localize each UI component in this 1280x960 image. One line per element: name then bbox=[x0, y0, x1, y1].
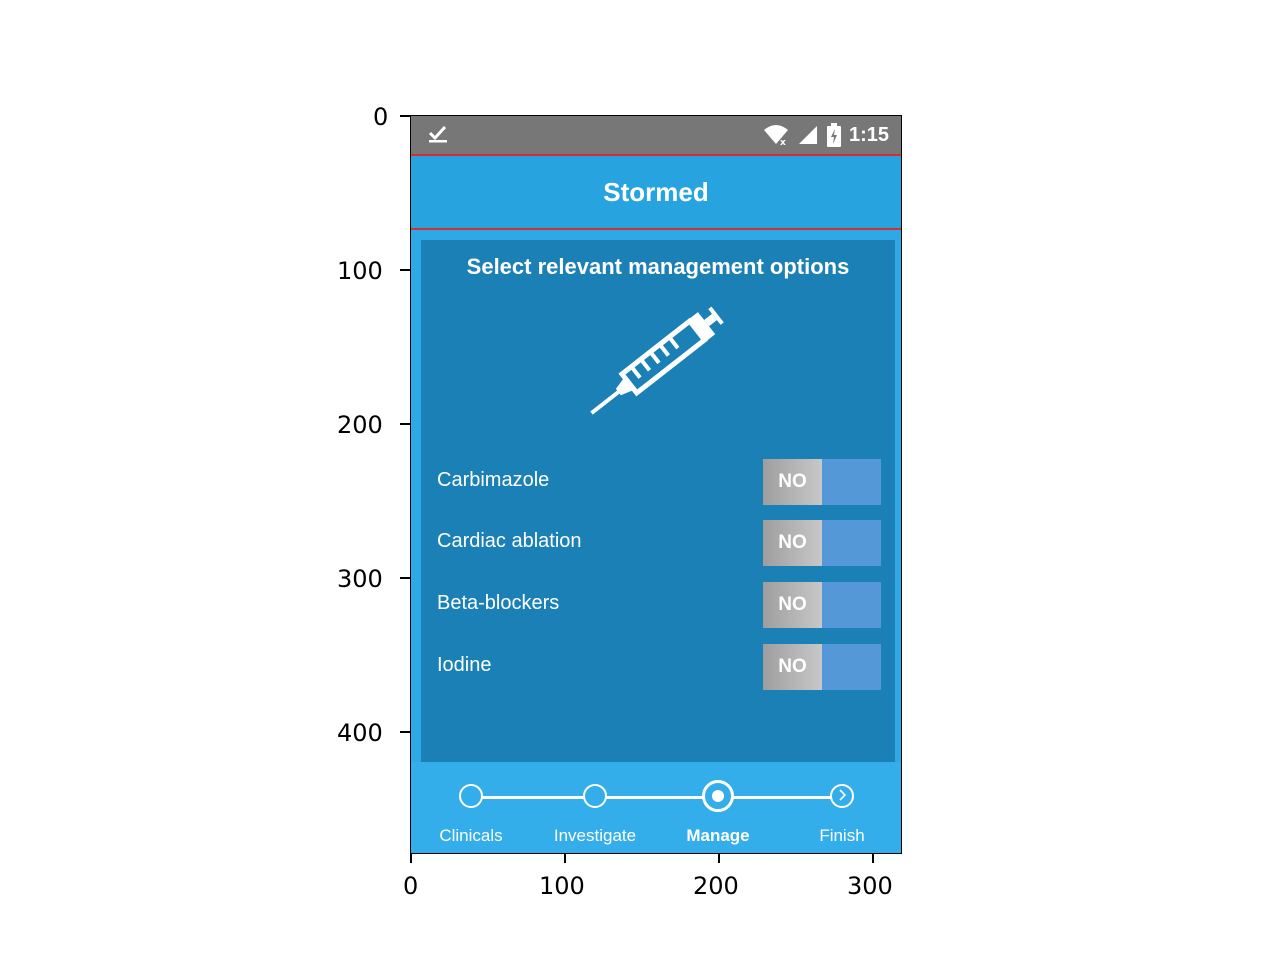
card-title: Select relevant management options bbox=[466, 254, 850, 279]
option-row-iodine: Iodine NO bbox=[421, 644, 895, 692]
x-tick-label: 200 bbox=[693, 872, 739, 900]
syringe-icon bbox=[573, 290, 733, 440]
toggle-no-label: NO bbox=[763, 459, 822, 505]
status-icons: x 1:15 bbox=[763, 122, 889, 148]
management-card: Select relevant management options Carbi… bbox=[421, 240, 895, 762]
step-label-investigate[interactable]: Investigate bbox=[540, 826, 650, 846]
x-tick bbox=[872, 853, 874, 863]
app-header: Stormed bbox=[411, 154, 901, 230]
phone-screen: x 1:15 Stormed Select relevant managemen… bbox=[410, 115, 902, 854]
toggle-track bbox=[822, 459, 881, 505]
app-title: Stormed bbox=[603, 176, 709, 207]
cardiac-ablation-toggle[interactable]: NO bbox=[763, 520, 881, 566]
toggle-track bbox=[822, 520, 881, 566]
x-tick bbox=[410, 853, 412, 863]
status-bar: x 1:15 bbox=[411, 116, 901, 154]
option-label: Iodine bbox=[437, 654, 492, 676]
y-tick bbox=[400, 577, 410, 579]
step-label-manage[interactable]: Manage bbox=[663, 826, 773, 846]
chevron-right-icon bbox=[837, 789, 847, 803]
y-tick-label: 400 bbox=[337, 719, 383, 747]
y-tick bbox=[400, 731, 410, 733]
cell-signal-icon bbox=[797, 125, 819, 145]
option-label: Carbimazole bbox=[437, 469, 550, 491]
progress-stepper: Clinicals Investigate Manage Finish bbox=[411, 762, 901, 853]
option-label: Cardiac ablation bbox=[437, 530, 582, 552]
toggle-no-label: NO bbox=[763, 644, 822, 690]
option-row-carbimazole: Carbimazole NO bbox=[421, 459, 895, 507]
toggle-no-label: NO bbox=[763, 582, 822, 628]
toggle-track bbox=[822, 644, 881, 690]
option-row-cardiac-ablation: Cardiac ablation NO bbox=[421, 520, 895, 568]
svg-text:x: x bbox=[780, 138, 786, 146]
x-tick bbox=[718, 853, 720, 863]
beta-blockers-toggle[interactable]: NO bbox=[763, 582, 881, 628]
toggle-track bbox=[822, 582, 881, 628]
y-tick-label: 200 bbox=[337, 411, 383, 439]
checkmark-download-icon bbox=[427, 122, 449, 150]
option-label: Beta-blockers bbox=[437, 592, 560, 614]
step-circle-clinicals[interactable] bbox=[459, 784, 483, 808]
y-tick-label: 0 bbox=[373, 103, 389, 131]
step-circle-finish[interactable] bbox=[830, 784, 854, 808]
option-row-beta-blockers: Beta-blockers NO bbox=[421, 582, 895, 630]
stepper-line bbox=[471, 796, 843, 799]
wifi-icon: x bbox=[763, 124, 789, 146]
y-tick-label: 100 bbox=[337, 257, 383, 285]
battery-charging-icon bbox=[826, 123, 841, 147]
status-time: 1:15 bbox=[848, 123, 889, 146]
step-circle-investigate[interactable] bbox=[583, 784, 607, 808]
step-circle-manage[interactable] bbox=[702, 780, 734, 812]
y-tick bbox=[400, 115, 410, 117]
y-tick bbox=[400, 423, 410, 425]
toggle-no-label: NO bbox=[763, 520, 822, 566]
step-label-clinicals[interactable]: Clinicals bbox=[416, 826, 526, 846]
y-tick-label: 300 bbox=[337, 565, 383, 593]
carbimazole-toggle[interactable]: NO bbox=[763, 459, 881, 505]
x-tick bbox=[564, 853, 566, 863]
step-label-finish[interactable]: Finish bbox=[787, 826, 897, 846]
x-tick-label: 100 bbox=[539, 872, 585, 900]
iodine-toggle[interactable]: NO bbox=[763, 644, 881, 690]
x-tick-label: 300 bbox=[847, 872, 893, 900]
y-tick bbox=[400, 269, 410, 271]
x-tick-label: 0 bbox=[403, 872, 419, 900]
